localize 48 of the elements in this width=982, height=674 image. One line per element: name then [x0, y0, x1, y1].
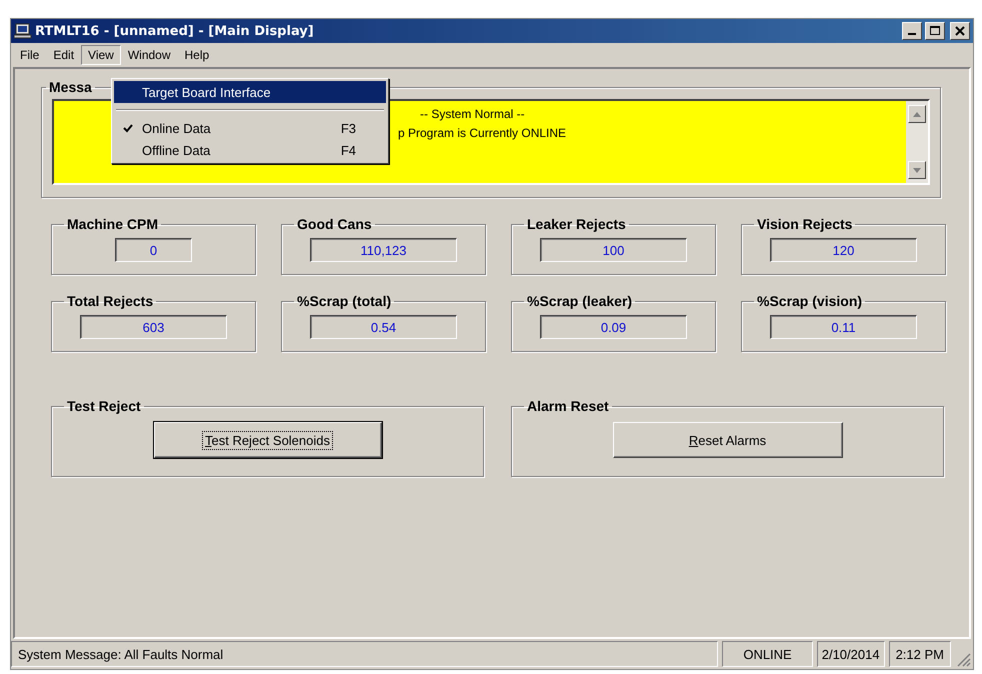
stat-label: %Scrap (vision): [756, 293, 864, 309]
stat-label: Vision Rejects: [756, 216, 854, 232]
group-label: Messa: [48, 79, 93, 95]
stat-label: Leaker Rejects: [526, 216, 627, 232]
stat-label: %Scrap (leaker): [526, 293, 634, 309]
status-time: 2:12 PM: [888, 641, 951, 667]
stat-label: Machine CPM: [66, 216, 160, 232]
value-field: 0: [115, 238, 192, 262]
computer-icon: [14, 23, 32, 39]
maximize-icon: [930, 26, 940, 36]
value-field: 0.54: [310, 315, 457, 339]
menu-item[interactable]: Edit: [46, 45, 82, 65]
menu-option[interactable]: Offline Data F4: [114, 139, 386, 161]
value-field: 110,123: [310, 238, 457, 262]
menu-item[interactable]: View: [81, 45, 121, 65]
value-field: 0.09: [540, 315, 687, 339]
value-field: 100: [540, 238, 687, 262]
action-button[interactable]: Reset Alarms: [612, 422, 842, 458]
action-button[interactable]: Test Reject Solenoids: [154, 422, 382, 458]
stat-label: Good Cans: [296, 216, 373, 232]
minimize-button[interactable]: [902, 22, 922, 40]
scroll-up-button[interactable]: [908, 105, 926, 123]
menu-item[interactable]: Window: [120, 45, 178, 65]
menu-item[interactable]: Help: [178, 45, 216, 65]
group-label: Alarm Reset: [526, 398, 610, 414]
menu-option[interactable]: Target Board Interface: [114, 81, 386, 103]
message-text: -- System Normal --: [420, 107, 525, 121]
stat-label: %Scrap (total): [296, 293, 392, 309]
down-arrow-icon: [913, 168, 921, 172]
status-mode: ONLINE: [722, 641, 813, 667]
close-button[interactable]: [950, 22, 970, 40]
value-field: 120: [770, 238, 917, 262]
maximize-button[interactable]: [925, 22, 945, 40]
status-date: 2/10/2014: [816, 641, 885, 667]
value-field: 0.11: [770, 315, 917, 339]
up-arrow-icon: [913, 112, 921, 116]
message-text: p Program is Currently ONLINE: [398, 126, 566, 140]
group-label: Test Reject: [66, 398, 142, 414]
value-field: 603: [80, 315, 227, 339]
stat-label: Total Rejects: [66, 293, 154, 309]
scroll-down-button[interactable]: [908, 161, 926, 179]
status-message: System Message: All Faults Normal: [11, 641, 718, 667]
window-title: RTMLT16 - [unnamed] - [Main Display]: [35, 24, 315, 38]
menu-option[interactable]: Online Data F3: [114, 117, 386, 139]
close-icon: [955, 26, 965, 36]
minimize-icon: [908, 33, 916, 35]
resize-grip-icon: [955, 651, 971, 667]
menu-item[interactable]: File: [13, 45, 46, 65]
